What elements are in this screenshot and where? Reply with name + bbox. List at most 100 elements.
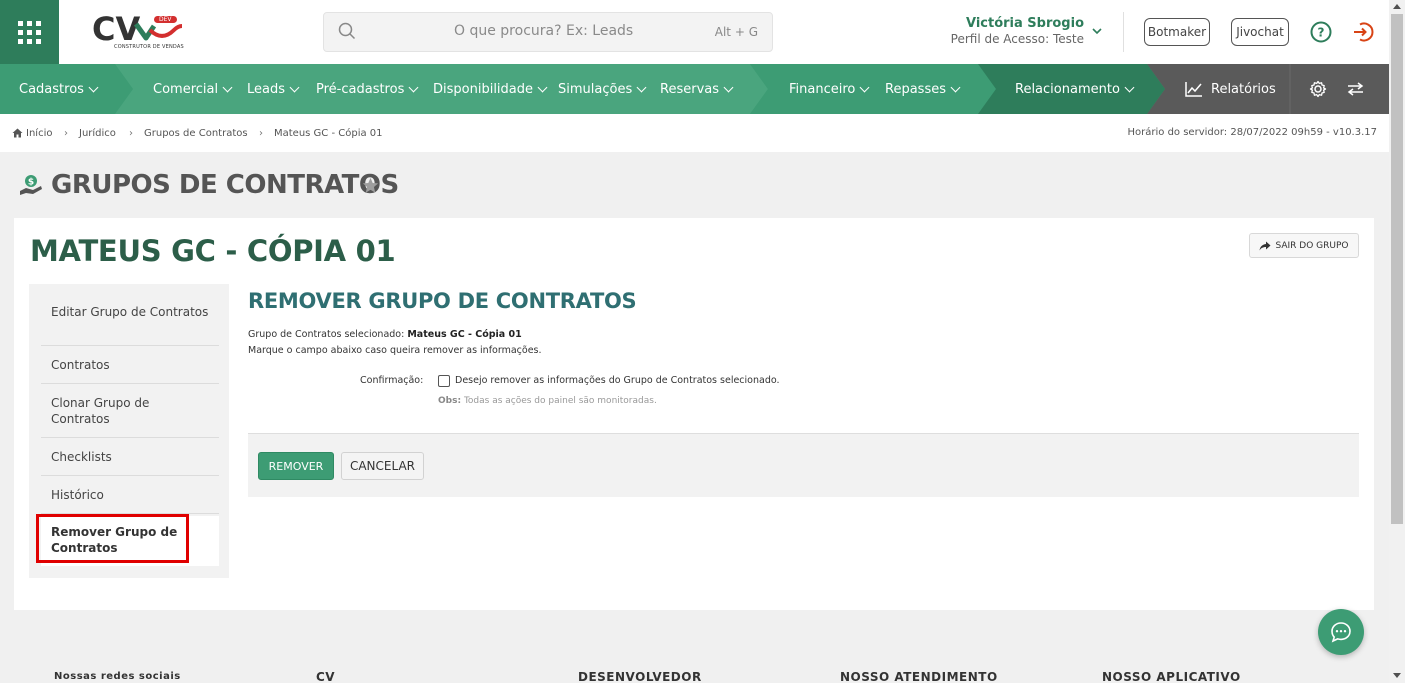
breadcrumb-grupos[interactable]: Grupos de Contratos <box>144 128 248 139</box>
home-icon <box>12 128 23 138</box>
nav-pre-cadastros[interactable]: Pré-cadastros <box>316 64 419 114</box>
user-profile: Perfil de Acesso: Teste <box>950 32 1084 46</box>
logo[interactable]: CV DEV CONSTRUTOR DE VENDAS <box>92 12 184 54</box>
search-input[interactable] <box>454 23 714 39</box>
gear-icon[interactable] <box>1309 80 1327 98</box>
sidebar-item-label: Checklists <box>51 450 112 464</box>
footer-developer: DESENVOLVEDOR <box>578 670 702 683</box>
cancel-button[interactable]: CANCELAR <box>341 452 424 480</box>
group-title: MATEUS GC - CÓPIA 01 <box>30 234 396 268</box>
nav-label: Simulações <box>558 81 633 97</box>
chat-button[interactable] <box>1318 609 1364 655</box>
user-name: Victória Sbrogio <box>965 16 1084 31</box>
nav-label: Comercial <box>153 81 219 97</box>
remove-button[interactable]: REMOVER <box>258 452 334 480</box>
svg-text:$: $ <box>28 178 34 188</box>
chevron-right-icon: › <box>259 128 263 139</box>
exit-group-label: SAIR DO GRUPO <box>1275 240 1349 251</box>
search-shortcut: Alt + G <box>714 25 758 39</box>
scroll-thumb[interactable] <box>1391 14 1403 524</box>
star-icon[interactable] <box>362 177 379 194</box>
chevron-right-icon: › <box>64 128 68 139</box>
sidebar-item-label: Editar Grupo de Contratos <box>51 305 209 319</box>
help-icon[interactable]: ? <box>1310 21 1332 43</box>
nav-repasses[interactable]: Repasses <box>885 64 961 114</box>
nav-cadastros[interactable]: Cadastros <box>19 64 99 114</box>
svg-text:?: ? <box>1318 26 1325 40</box>
nav-financeiro[interactable]: Financeiro <box>789 64 870 114</box>
chevron-down-icon <box>408 82 419 92</box>
nav-label: Relatórios <box>1211 81 1276 97</box>
nav-disponibilidade[interactable]: Disponibilidade <box>433 64 548 114</box>
nav-reservas[interactable]: Reservas <box>660 64 734 114</box>
dev-badge: DEV <box>154 16 177 23</box>
main-card: MATEUS GC - CÓPIA 01 SAIR DO GRUPO Edita… <box>14 218 1374 610</box>
obs-note: Obs: Todas as ações do painel são monito… <box>438 396 657 406</box>
breadcrumb-inicio[interactable]: Início <box>26 128 52 139</box>
sidebar-item-label: Contratos <box>51 358 110 372</box>
apps-menu-button[interactable] <box>0 0 59 64</box>
server-time: Horário do servidor: 28/07/2022 09h59 - … <box>1127 127 1377 138</box>
sidebar-item-contracts[interactable]: Contratos <box>41 357 219 384</box>
footer-social: Nossas redes sociais <box>54 671 181 682</box>
page-title: GRUPOS DE CONTRATOS <box>51 170 399 200</box>
chevron-down-icon <box>88 82 99 92</box>
exit-group-button[interactable]: SAIR DO GRUPO <box>1249 233 1359 258</box>
sidebar-item-edit[interactable]: Editar Grupo de Contratos <box>41 304 219 346</box>
jivochat-button[interactable]: Jivochat <box>1231 18 1289 46</box>
chevron-down-icon <box>636 82 647 92</box>
sidebar-item-label: Histórico <box>51 488 104 502</box>
confirm-label: Confirmação: <box>360 375 424 386</box>
nav-simulacoes[interactable]: Simulações <box>558 64 647 114</box>
nav-label: Cadastros <box>19 81 84 97</box>
breadcrumb: Início › Jurídico › Grupos de Contratos … <box>0 114 1389 152</box>
breadcrumb-current: Mateus GC - Cópia 01 <box>274 128 383 139</box>
obs-text: Todas as ações do painel são monitoradas… <box>463 396 657 406</box>
main-nav: Cadastros Comercial Leads Pré-cadastros … <box>0 64 1389 114</box>
sidebar-item-label: Clonar Grupo de Contratos <box>51 396 150 426</box>
chevron-down-icon <box>222 82 233 92</box>
chevron-down-icon <box>289 82 300 92</box>
nav-label: Reservas <box>660 81 719 97</box>
nav-label: Financeiro <box>789 81 856 97</box>
logout-icon[interactable] <box>1352 21 1374 43</box>
action-bar: REMOVER CANCELAR <box>248 433 1359 497</box>
scroll-up-icon[interactable] <box>1393 4 1401 9</box>
scrollbar[interactable] <box>1389 0 1405 683</box>
swap-icon[interactable] <box>1347 82 1364 96</box>
nav-comercial[interactable]: Comercial <box>153 64 233 114</box>
selected-group-value: Mateus GC - Cópia 01 <box>407 329 522 340</box>
obs-label: Obs: <box>438 396 462 406</box>
chevron-right-icon: › <box>129 128 133 139</box>
chevron-down-icon <box>537 82 548 92</box>
logo-subtitle: CONSTRUTOR DE VENDAS <box>114 44 184 50</box>
search-box: Alt + G <box>323 12 773 52</box>
nav-label: Leads <box>247 81 286 97</box>
confirm-text[interactable]: Desejo remover as informações do Grupo d… <box>455 375 780 386</box>
chevron-down-icon <box>1092 28 1102 35</box>
selected-group-line: Grupo de Contratos selecionado: Mateus G… <box>248 329 522 340</box>
instruction-text: Marque o campo abaixo caso queira remove… <box>248 345 542 356</box>
confirm-checkbox[interactable] <box>438 375 450 387</box>
sidebar-item-checklists[interactable]: Checklists <box>41 449 219 476</box>
header-divider <box>1123 12 1124 52</box>
money-hand-icon: $ <box>20 175 42 195</box>
chart-line-icon <box>1185 82 1202 97</box>
nav-label: Pré-cadastros <box>316 81 405 97</box>
top-header: CV DEV CONSTRUTOR DE VENDAS Alt + G Vict… <box>0 0 1389 64</box>
chevron-down-icon <box>1124 82 1135 92</box>
selection-highlight <box>36 514 189 563</box>
nav-relacionamento[interactable]: Relacionamento <box>1015 64 1135 114</box>
chat-bubble-icon <box>1331 622 1351 643</box>
footer-app: NOSSO APLICATIVO <box>1102 670 1241 683</box>
sidebar-item-clone[interactable]: Clonar Grupo de Contratos <box>41 395 219 438</box>
chevron-down-icon <box>723 82 734 92</box>
chevron-down-icon <box>859 82 870 92</box>
botmaker-button[interactable]: Botmaker <box>1144 18 1210 46</box>
sidebar-item-history[interactable]: Histórico <box>41 487 219 514</box>
breadcrumb-juridico[interactable]: Jurídico <box>79 128 116 139</box>
scroll-down-icon[interactable] <box>1393 673 1401 678</box>
footer-cv: CV <box>316 670 336 683</box>
nav-leads[interactable]: Leads <box>247 64 300 114</box>
nav-relatorios[interactable]: Relatórios <box>1185 64 1276 114</box>
